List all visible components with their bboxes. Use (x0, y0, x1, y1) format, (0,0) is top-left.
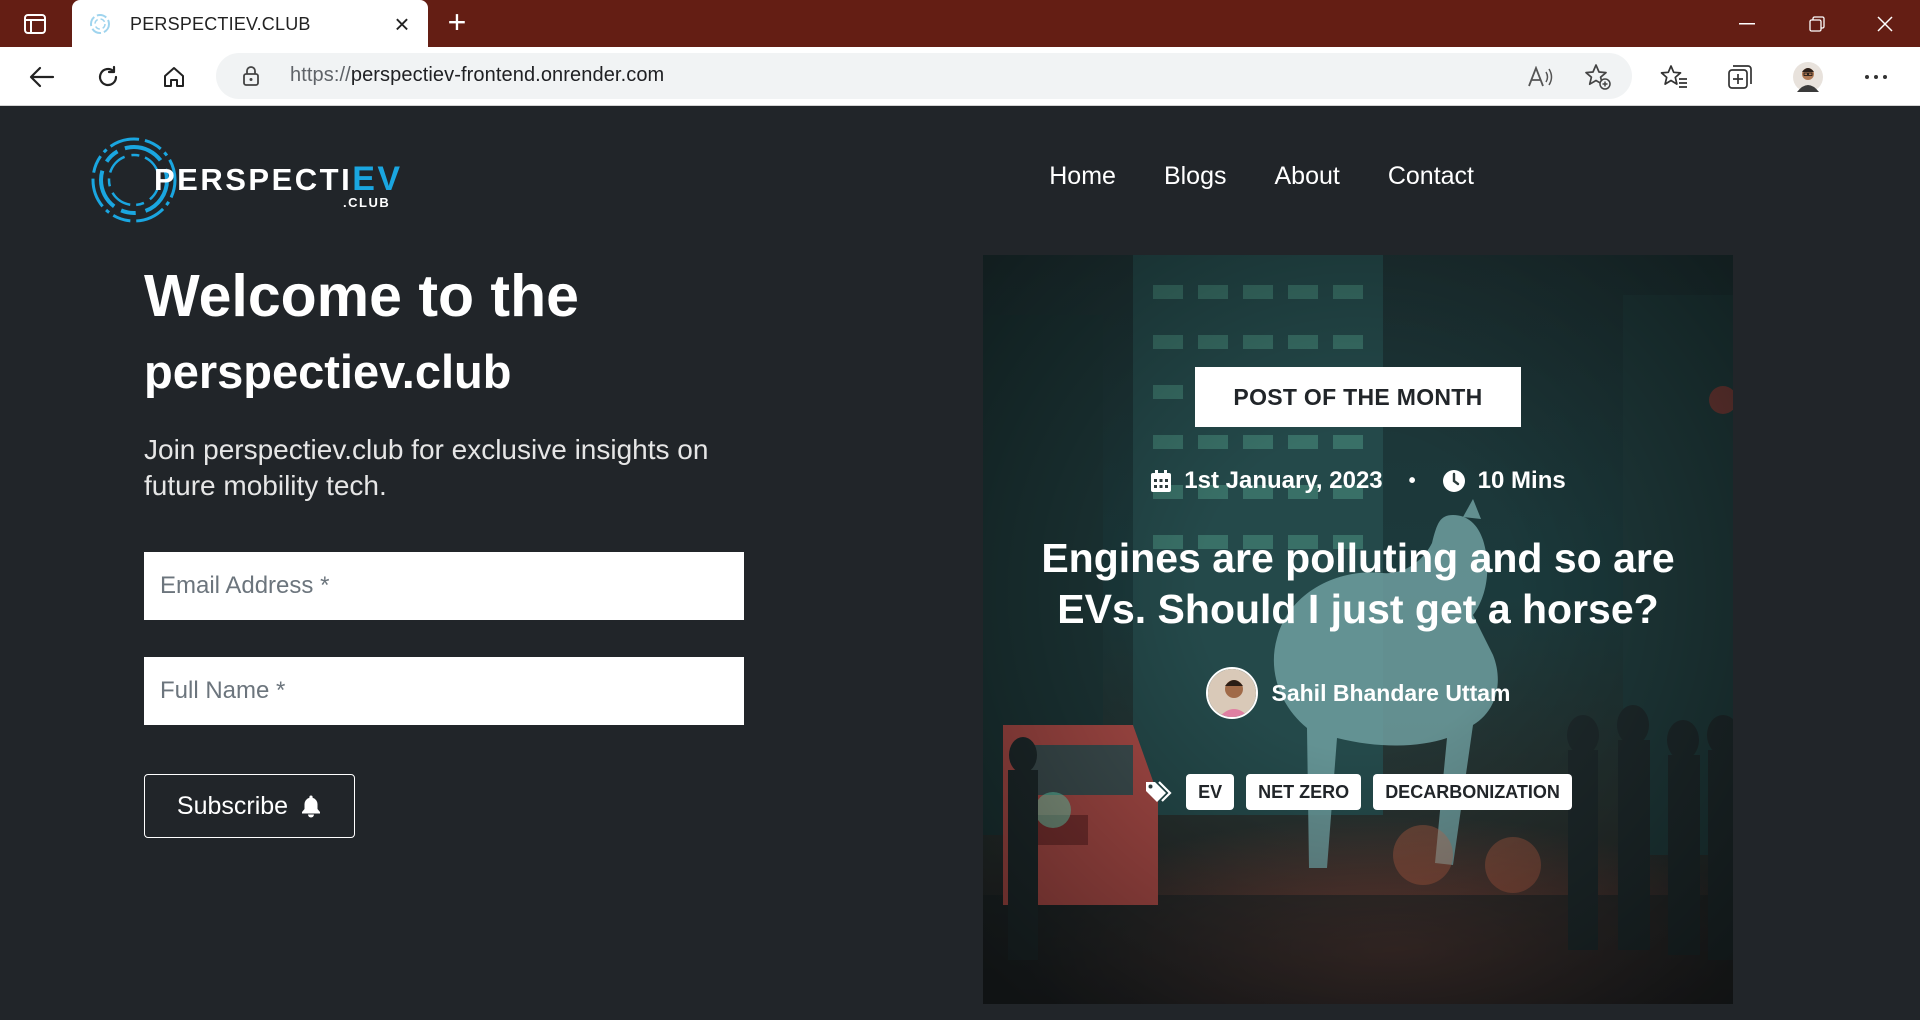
more-options-icon[interactable] (1858, 59, 1894, 95)
hero-title: Welcome to the (144, 263, 579, 329)
url-text[interactable]: https://perspectiev-frontend.onrender.co… (290, 64, 664, 87)
post-date: 1st January, 2023 (1184, 467, 1383, 494)
nav-home[interactable]: Home (1049, 162, 1116, 191)
refresh-icon[interactable] (88, 57, 128, 97)
tags-icon (1146, 781, 1172, 802)
home-icon[interactable] (154, 57, 194, 97)
post-meta: 1st January, 2023 • 10 Mins (983, 467, 1733, 495)
nav-about[interactable]: About (1274, 162, 1339, 191)
author-avatar (1205, 667, 1258, 719)
hero-subtitle: Join perspectiev.club for exclusive insi… (144, 434, 709, 501)
collections-icon[interactable] (1722, 59, 1758, 95)
subscribe-button[interactable]: Subscribe (144, 774, 355, 838)
browser-tab-bar: PERSPECTIEV.CLUB × + (0, 0, 1920, 48)
logo-wordmark: PERSPECTIEV (154, 160, 403, 198)
clock-icon (1442, 470, 1465, 492)
address-bar-row: https://perspectiev-frontend.onrender.co… (0, 47, 1920, 106)
browser-tab[interactable]: PERSPECTIEV.CLUB × (72, 0, 428, 48)
minimize-icon[interactable] (1712, 0, 1782, 47)
bell-icon (302, 795, 321, 818)
add-favorite-icon[interactable] (1584, 63, 1612, 91)
lock-icon[interactable] (242, 66, 260, 86)
close-window-icon[interactable] (1850, 0, 1920, 47)
post-tags: EV NET ZERO DECARBONIZATION (983, 774, 1733, 810)
favorites-icon[interactable] (1656, 59, 1692, 95)
author-name: Sahil Bhandare Uttam (1271, 679, 1511, 706)
subscribe-label: Subscribe (176, 791, 289, 820)
nav-blogs[interactable]: Blogs (1164, 162, 1227, 191)
tag-net-zero[interactable]: NET ZERO (1246, 774, 1362, 810)
site-favicon-icon (90, 14, 110, 34)
post-author: Sahil Bhandare Uttam (983, 667, 1733, 719)
hero-site-name: perspectiev.club (144, 345, 512, 398)
post-read-time: 10 Mins (1477, 467, 1566, 494)
main-nav: Home Blogs About Contact (1049, 162, 1474, 191)
tab-actions-icon[interactable] (18, 10, 52, 38)
post-of-month-badge: POST OF THE MONTH (1195, 367, 1521, 427)
read-aloud-icon[interactable] (1526, 63, 1554, 91)
profile-avatar[interactable] (1790, 59, 1826, 95)
close-tab-icon[interactable]: × (390, 11, 414, 37)
full-name-field[interactable] (144, 657, 744, 725)
meta-separator: • (1408, 469, 1416, 492)
calendar-icon (1151, 470, 1172, 492)
restore-icon[interactable] (1782, 0, 1852, 47)
tab-title: PERSPECTIEV.CLUB (130, 13, 311, 34)
email-field[interactable] (144, 552, 744, 620)
tag-ev[interactable]: EV (1186, 774, 1235, 810)
site-logo[interactable]: PERSPECTIEV .CLUB (90, 130, 400, 230)
logo-suffix: .CLUB (343, 195, 391, 210)
nav-contact[interactable]: Contact (1388, 162, 1474, 191)
post-title[interactable]: Engines are polluting and so are EVs. Sh… (1023, 533, 1693, 635)
new-tab-button[interactable]: + (440, 6, 474, 40)
tag-decarbonization[interactable]: DECARBONIZATION (1373, 774, 1572, 810)
url-bar[interactable]: https://perspectiev-frontend.onrender.co… (216, 53, 1632, 99)
back-icon[interactable] (22, 57, 62, 97)
featured-post-card[interactable]: POST OF THE MONTH 1st January, 2023 • 10… (983, 255, 1733, 1004)
